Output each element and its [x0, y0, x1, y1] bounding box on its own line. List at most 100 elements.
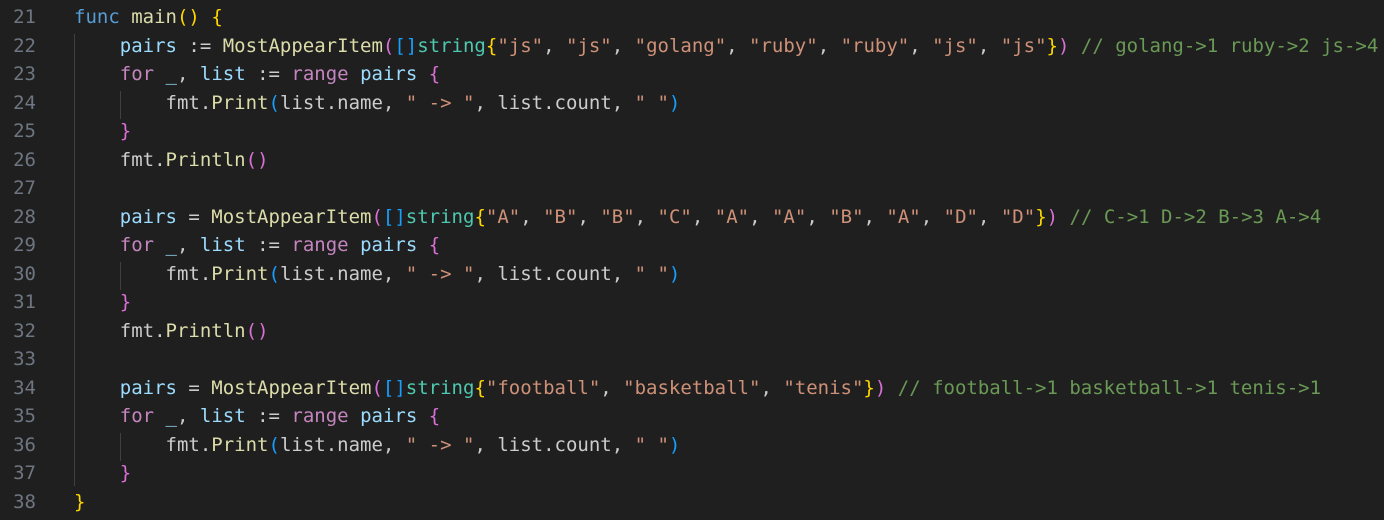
line-number: 26 [13, 148, 36, 171]
code-line[interactable]: 24 fmt.Print(list.name, " -> ", list.cou… [0, 89, 1384, 118]
code-token: range [291, 63, 349, 85]
code-token: } [1046, 34, 1058, 57]
code-token: for [119, 63, 155, 85]
line-number: 33 [13, 348, 36, 370]
line-number: 30 [13, 262, 36, 285]
code-line[interactable]: 36 fmt.Print(list.name, " -> ", list.cou… [0, 431, 1384, 460]
code-token: "C" [657, 205, 692, 228]
code-token: . [199, 433, 212, 456]
code-token: " " [634, 433, 669, 456]
code-token: ( [268, 433, 280, 456]
line-number: 22 [13, 34, 36, 57]
code-token: pairs [119, 205, 177, 228]
code-token: _ [165, 405, 177, 427]
code-token: . [199, 262, 212, 285]
code-token: { [428, 405, 441, 427]
code-token: for [119, 405, 155, 427]
code-line[interactable]: 37 } [0, 459, 1384, 488]
code-token: " " [634, 262, 669, 285]
code-token: main [131, 6, 177, 28]
code-line[interactable]: 35 for _, list := range pairs { [0, 402, 1384, 431]
code-text: } [74, 117, 131, 146]
code-token: , [977, 205, 1001, 228]
code-text: fmt.Println() [74, 317, 269, 346]
code-token: , [726, 34, 750, 57]
code-line[interactable]: 29 for _, list := range pairs { [0, 231, 1384, 260]
code-token: { [474, 205, 486, 228]
code-token: "js" [1000, 34, 1047, 57]
code-token: "B" [829, 205, 864, 228]
code-line[interactable]: 25 } [0, 117, 1384, 146]
code-token: , [863, 205, 887, 228]
code-token: ) [1057, 34, 1070, 57]
code-token: ( [268, 262, 280, 285]
code-token: MostAppearItem [211, 205, 372, 228]
code-token: _ [165, 63, 177, 85]
code-token: , [920, 205, 944, 228]
code-token: ) [1046, 205, 1059, 228]
code-token: , list.count, [474, 91, 635, 114]
code-line[interactable]: 26 fmt.Println() [0, 146, 1384, 175]
code-token: , list.count, [474, 433, 635, 456]
code-editor[interactable]: 21 func main() {22 pairs := MostAppearIte… [0, 0, 1384, 520]
code-token: , [977, 34, 1001, 57]
code-token: "ruby" [749, 34, 818, 57]
code-line[interactable]: 31 } [0, 288, 1384, 317]
line-number: 28 [13, 205, 36, 228]
code-token: .name, [325, 433, 406, 456]
code-line[interactable]: 38} [0, 488, 1384, 517]
line-number: 37 [13, 462, 36, 484]
code-token: "football" [485, 376, 601, 399]
code-token: , [520, 205, 544, 228]
code-line[interactable]: 22 pairs := MostAppearItem([]string{"js"… [0, 32, 1384, 61]
code-line[interactable]: 28 pairs = MostAppearItem([]string{"A", … [0, 203, 1384, 232]
code-token: } [1035, 205, 1047, 228]
code-token: " -> " [405, 91, 475, 114]
code-line[interactable]: 32 fmt.Println() [0, 317, 1384, 346]
code-text: pairs := MostAppearItem([]string{"js", "… [74, 32, 1379, 61]
code-token: .name, [325, 91, 406, 114]
line-number: 27 [13, 177, 36, 199]
code-token: list [279, 91, 326, 114]
code-token: } [119, 120, 132, 142]
code-token: pairs [360, 405, 418, 427]
code-token: , [600, 376, 624, 399]
code-line[interactable]: 30 fmt.Print(list.name, " -> ", list.cou… [0, 260, 1384, 289]
code-line[interactable]: 21 func main() { [0, 3, 1384, 32]
code-token: " " [634, 91, 669, 114]
code-token: [] [382, 205, 406, 228]
code-token: , list.count, [474, 262, 635, 285]
code-token: for [119, 234, 155, 256]
code-line[interactable]: 23 for _, list := range pairs { [0, 60, 1384, 89]
code-token: "js" [932, 34, 978, 57]
code-token: ) [668, 91, 681, 114]
code-text: for _, list := range pairs { [74, 60, 440, 89]
code-line[interactable]: 27 [0, 174, 1384, 203]
line-number: 35 [13, 405, 36, 427]
code-token: , [611, 34, 635, 57]
line-number: 36 [13, 433, 36, 456]
code-token: Print [211, 262, 269, 285]
code-line[interactable]: 33 [0, 345, 1384, 374]
code-token: // golang->1 ruby->2 js->4 [1069, 34, 1379, 57]
code-token: range [291, 405, 349, 427]
code-token: , [177, 234, 200, 256]
code-token: = [176, 205, 212, 228]
code-line[interactable]: 34 pairs = MostAppearItem([]string{"foot… [0, 374, 1384, 403]
code-token: := [176, 34, 223, 57]
code-token: MostAppearItem [222, 34, 383, 57]
code-token: , [909, 34, 933, 57]
line-number: 25 [13, 120, 36, 142]
code-token: string [405, 376, 475, 399]
code-token: () [176, 6, 200, 28]
code-token: pairs [360, 234, 418, 256]
code-token: "A" [714, 205, 750, 228]
